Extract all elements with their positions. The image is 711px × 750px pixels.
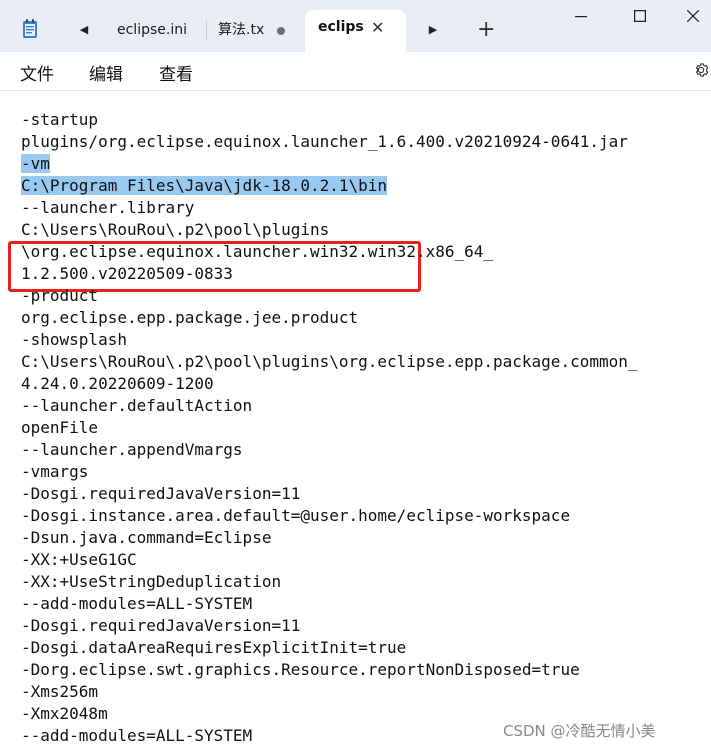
line-text: C:\Users\RouRou\.p2\pool\plugins\org.ecl… xyxy=(21,352,638,371)
close-window-button[interactable] xyxy=(670,2,711,30)
line-text: -Dsun.java.command=Eclipse xyxy=(21,528,272,547)
editor-line: openFile xyxy=(21,417,98,439)
close-icon[interactable]: ✕ xyxy=(371,18,384,37)
editor-line: --launcher.defaultAction xyxy=(21,395,252,417)
editor-line: C:\Program Files\Java\jdk-18.0.2.1\bin xyxy=(21,175,388,197)
editor-line: -Dosgi.requiredJavaVersion=11 xyxy=(21,615,300,637)
add-icon[interactable]: + xyxy=(477,16,495,44)
editor-line: -showsplash xyxy=(21,329,127,351)
notepad-icon xyxy=(23,19,37,38)
line-text: -Dosgi.instance.area.default=@user.home/… xyxy=(21,506,571,525)
editor-line: -Dosgi.instance.area.default=@user.home/… xyxy=(21,505,570,527)
editor-line: --launcher.library xyxy=(21,197,194,219)
line-text: -vmargs xyxy=(21,462,89,481)
line-text: -Dosgi.requiredJavaVersion=11 xyxy=(21,484,301,503)
editor-line: \org.eclipse.equinox.launcher.win32.win3… xyxy=(21,241,493,263)
tab-divider xyxy=(206,20,207,40)
text-editor[interactable]: -startup plugins/org.eclipse.equinox.laun… xyxy=(0,91,711,750)
tab-eclips-active[interactable]: eclips ✕ xyxy=(305,10,406,52)
minimize-icon xyxy=(575,16,587,18)
editor-line: -product xyxy=(21,285,98,307)
tab-label: eclips xyxy=(318,19,364,35)
line-text: --add-modules=ALL-SYSTEM xyxy=(21,594,253,613)
line-text: 1.2.500.v20220509-0833 xyxy=(21,264,233,283)
line-text: org.eclipse.epp.package.jee.product xyxy=(21,308,359,327)
line-text: plugins/org.eclipse.equinox.launcher_1.6… xyxy=(21,132,628,151)
maximize-icon xyxy=(634,10,646,22)
menu-edit[interactable]: 编辑 xyxy=(89,60,123,85)
tab-eclipse-ini[interactable]: eclipse.ini xyxy=(117,14,197,46)
scroll-tabs-right-icon[interactable]: ▶ xyxy=(426,22,440,36)
line-text: --add-modules=ALL-SYSTEM xyxy=(21,726,253,745)
watermark: CSDN @冷酷无情小美 xyxy=(503,722,656,740)
scroll-tabs-left-icon[interactable]: ◀ xyxy=(77,22,91,36)
line-text: --launcher.library xyxy=(21,198,195,217)
line-text: -Dosgi.requiredJavaVersion=11 xyxy=(21,616,301,635)
tab-label: 算法.tx xyxy=(218,22,264,38)
line-text: --launcher.defaultAction xyxy=(21,396,253,415)
menu-view[interactable]: 查看 xyxy=(159,60,193,85)
line-text: -Dosgi.dataAreaRequiresExplicitInit=true xyxy=(21,638,407,657)
line-text: -vm xyxy=(21,154,50,173)
editor-line: -Dorg.eclipse.swt.graphics.Resource.repo… xyxy=(21,659,580,681)
editor-line: org.eclipse.epp.package.jee.product xyxy=(21,307,358,329)
line-text: -startup xyxy=(21,110,99,129)
editor-line: -Xmx2048m xyxy=(21,703,108,725)
editor-line: -Dosgi.dataAreaRequiresExplicitInit=true xyxy=(21,637,406,659)
editor-line: --add-modules=ALL-SYSTEM xyxy=(21,593,252,615)
editor-line: -vm xyxy=(21,153,50,175)
editor-line: 4.24.0.20220609-1200 xyxy=(21,373,214,395)
editor-line: C:\Users\RouRou\.p2\pool\plugins xyxy=(21,219,329,241)
editor-line: -Dsun.java.command=Eclipse xyxy=(21,527,271,549)
line-text: -XX:+UseStringDeduplication xyxy=(21,572,282,591)
line-text: -product xyxy=(21,286,99,305)
line-text: -XX:+UseG1GC xyxy=(21,550,137,569)
gear-icon[interactable] xyxy=(692,61,710,79)
tab-bar: ◀ eclipse.ini 算法.tx eclips ✕ ▶ + xyxy=(0,0,711,52)
editor-line: -XX:+UseG1GC xyxy=(21,549,137,571)
line-text: -Xmx2048m xyxy=(21,704,108,723)
editor-line: -startup xyxy=(21,109,98,131)
editor-line: -Dosgi.requiredJavaVersion=11 xyxy=(21,483,300,505)
unsaved-dot-icon xyxy=(277,27,285,35)
editor-line: C:\Users\RouRou\.p2\pool\plugins\org.ecl… xyxy=(21,351,638,373)
editor-line: --launcher.appendVmargs xyxy=(21,439,243,461)
line-text: \org.eclipse.equinox.launcher.win32.win3… xyxy=(21,242,494,261)
editor-line: -XX:+UseStringDeduplication xyxy=(21,571,281,593)
maximize-button[interactable] xyxy=(617,2,663,30)
tab-label: eclipse.ini xyxy=(117,22,187,38)
menu-file[interactable]: 文件 xyxy=(20,60,54,85)
tab-suanfa[interactable]: 算法.tx xyxy=(218,14,264,46)
minimize-button[interactable] xyxy=(558,2,604,30)
close-window-icon xyxy=(687,10,699,22)
line-text: -showsplash xyxy=(21,330,127,349)
line-text: -Xms256m xyxy=(21,682,99,701)
editor-line: --add-modules=ALL-SYSTEM xyxy=(21,725,252,747)
line-text: 4.24.0.20220609-1200 xyxy=(21,374,214,393)
line-text: -Dorg.eclipse.swt.graphics.Resource.repo… xyxy=(21,660,580,679)
menu-bar: 文件 编辑 查看 xyxy=(0,52,711,91)
line-text: C:\Program Files\Java\jdk-18.0.2.1\bin xyxy=(21,176,388,195)
editor-line: -Xms256m xyxy=(21,681,98,703)
line-text: --launcher.appendVmargs xyxy=(21,440,243,459)
line-text: openFile xyxy=(21,418,99,437)
line-text: C:\Users\RouRou\.p2\pool\plugins xyxy=(21,220,330,239)
editor-line: 1.2.500.v20220509-0833 xyxy=(21,263,233,285)
editor-line: plugins/org.eclipse.equinox.launcher_1.6… xyxy=(21,131,628,153)
editor-line: -vmargs xyxy=(21,461,88,483)
